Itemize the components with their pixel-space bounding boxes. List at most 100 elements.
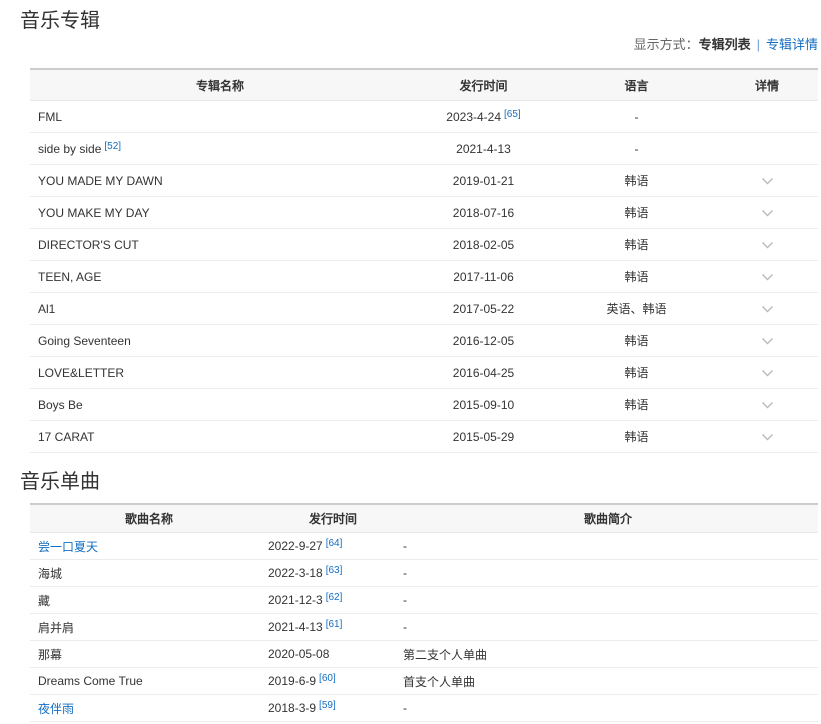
release-date: 2021-4-13 bbox=[456, 142, 511, 156]
reference-link[interactable]: [63] bbox=[326, 565, 343, 576]
song-description-cell: - bbox=[398, 533, 818, 560]
release-date: 2018-02-05 bbox=[453, 238, 514, 252]
song-release-date-cell: 2022-9-27[64] bbox=[268, 533, 398, 560]
chevron-down-icon[interactable] bbox=[761, 369, 774, 377]
expand-button[interactable] bbox=[716, 293, 818, 325]
album-language: 韩语 bbox=[624, 334, 648, 348]
album-release-date-cell: 2017-11-06 bbox=[410, 261, 557, 293]
song-name: 肩并肩 bbox=[38, 621, 74, 635]
albums-section-title: 音乐专辑 bbox=[0, 0, 821, 36]
album-language-cell: 韩语 bbox=[557, 261, 716, 293]
reference-link[interactable]: [65] bbox=[504, 109, 521, 120]
release-date: 2023-4-24 bbox=[446, 110, 501, 124]
albums-column-header: 发行时间 bbox=[410, 69, 557, 101]
release-date: 2018-3-9 bbox=[268, 701, 316, 715]
reference-link[interactable]: [64] bbox=[326, 538, 343, 549]
chevron-down-icon[interactable] bbox=[761, 305, 774, 313]
expand-button[interactable] bbox=[716, 229, 818, 261]
song-release-date-cell: 2021-4-13[61] bbox=[268, 614, 398, 641]
reference-link[interactable]: [62] bbox=[326, 592, 343, 603]
albums-column-header: 语言 bbox=[557, 69, 716, 101]
expand-button[interactable] bbox=[716, 421, 818, 453]
reference-link[interactable]: [59] bbox=[319, 700, 336, 711]
song-link[interactable]: 夜伴雨 bbox=[38, 702, 74, 716]
display-mode-label: 显示方式： bbox=[634, 37, 699, 52]
album-language: 韩语 bbox=[624, 398, 648, 412]
album-language: 韩语 bbox=[624, 174, 648, 188]
expand-button[interactable] bbox=[716, 197, 818, 229]
table-row: 海城2022-3-18[63]- bbox=[30, 560, 818, 587]
album-name-cell: YOU MAKE MY DAY bbox=[30, 197, 410, 229]
song-name: 那幕 bbox=[38, 648, 62, 662]
table-row: 17 CARAT2015-05-29韩语 bbox=[30, 421, 818, 453]
chevron-down-icon[interactable] bbox=[761, 241, 774, 249]
release-date: 2020-05-08 bbox=[268, 647, 329, 661]
song-name-cell: 藏 bbox=[30, 587, 268, 614]
chevron-down-icon[interactable] bbox=[761, 337, 774, 345]
album-name: Going Seventeen bbox=[38, 334, 131, 348]
album-name-cell: Going Seventeen bbox=[30, 325, 410, 357]
album-release-date-cell: 2023-4-24[65] bbox=[410, 101, 557, 133]
album-language-cell: 韩语 bbox=[557, 389, 716, 421]
song-release-date-cell: 2018-3-9[59] bbox=[268, 695, 398, 722]
album-language: 韩语 bbox=[624, 238, 648, 252]
album-release-date-cell: 2018-02-05 bbox=[410, 229, 557, 261]
reference-link[interactable]: [52] bbox=[104, 141, 121, 152]
albums-header-row: 专辑名称发行时间语言详情 bbox=[30, 69, 818, 101]
album-name: FML bbox=[38, 110, 62, 124]
album-name: DIRECTOR'S CUT bbox=[38, 238, 139, 252]
expand-button[interactable] bbox=[716, 325, 818, 357]
table-row: 那幕2020-05-08第二支个人单曲 bbox=[30, 641, 818, 668]
song-release-date-cell: 2020-05-08 bbox=[268, 641, 398, 668]
album-detail-cell bbox=[716, 133, 818, 165]
album-language: 韩语 bbox=[624, 206, 648, 220]
song-description-cell: 首支个人单曲 bbox=[398, 668, 818, 695]
chevron-down-icon[interactable] bbox=[761, 401, 774, 409]
expand-button[interactable] bbox=[716, 357, 818, 389]
singles-column-header: 发行时间 bbox=[268, 504, 398, 533]
expand-button[interactable] bbox=[716, 165, 818, 197]
album-release-date-cell: 2015-09-10 bbox=[410, 389, 557, 421]
table-row: Dreams Come True2019-6-9[60]首支个人单曲 bbox=[30, 668, 818, 695]
song-link[interactable]: 尝一口夏天 bbox=[38, 540, 98, 554]
album-detail-cell bbox=[716, 101, 818, 133]
album-name-cell: YOU MADE MY DAWN bbox=[30, 165, 410, 197]
release-date: 2021-4-13 bbox=[268, 620, 323, 634]
expand-button[interactable] bbox=[716, 261, 818, 293]
song-name-cell: 那幕 bbox=[30, 641, 268, 668]
release-date: 2016-12-05 bbox=[453, 334, 514, 348]
song-release-date-cell: 2021-12-3[62] bbox=[268, 587, 398, 614]
album-release-date-cell: 2016-04-25 bbox=[410, 357, 557, 389]
chevron-down-icon[interactable] bbox=[761, 177, 774, 185]
release-date: 2019-6-9 bbox=[268, 674, 316, 688]
reference-link[interactable]: [61] bbox=[326, 619, 343, 630]
album-name-cell: FML bbox=[30, 101, 410, 133]
chevron-down-icon[interactable] bbox=[761, 273, 774, 281]
album-name: Al1 bbox=[38, 302, 55, 316]
song-description: - bbox=[403, 539, 407, 553]
song-name-cell: 海城 bbox=[30, 560, 268, 587]
album-name: YOU MAKE MY DAY bbox=[38, 206, 150, 220]
display-mode-list-option[interactable]: 专辑列表 bbox=[699, 37, 751, 52]
album-name: 17 CARAT bbox=[38, 430, 94, 444]
song-release-date-cell: 2022-3-18[63] bbox=[268, 560, 398, 587]
release-date: 2022-9-27 bbox=[268, 539, 323, 553]
table-row: Going Seventeen 2016-12-05 韩语 bbox=[30, 325, 818, 357]
singles-column-header: 歌曲简介 bbox=[398, 504, 818, 533]
song-description: - bbox=[403, 566, 407, 580]
album-name-cell: Al1 bbox=[30, 293, 410, 325]
song-description-cell: - bbox=[398, 587, 818, 614]
expand-button[interactable] bbox=[716, 389, 818, 421]
song-description-cell: - bbox=[398, 614, 818, 641]
reference-link[interactable]: [60] bbox=[319, 673, 336, 684]
album-name-cell: Boys Be bbox=[30, 389, 410, 421]
display-mode-detail-link[interactable]: 专辑详情 bbox=[766, 37, 818, 52]
chevron-down-icon[interactable] bbox=[761, 433, 774, 441]
display-mode-separator: | bbox=[757, 37, 760, 52]
album-language: 英语、韩语 bbox=[606, 302, 666, 316]
song-description-cell: - bbox=[398, 695, 818, 722]
singles-column-header: 歌曲名称 bbox=[30, 504, 268, 533]
display-mode-bar: 显示方式：专辑列表 | 专辑详情 bbox=[0, 36, 818, 54]
table-row: 夜伴雨2018-3-9[59]- bbox=[30, 695, 818, 722]
chevron-down-icon[interactable] bbox=[761, 209, 774, 217]
